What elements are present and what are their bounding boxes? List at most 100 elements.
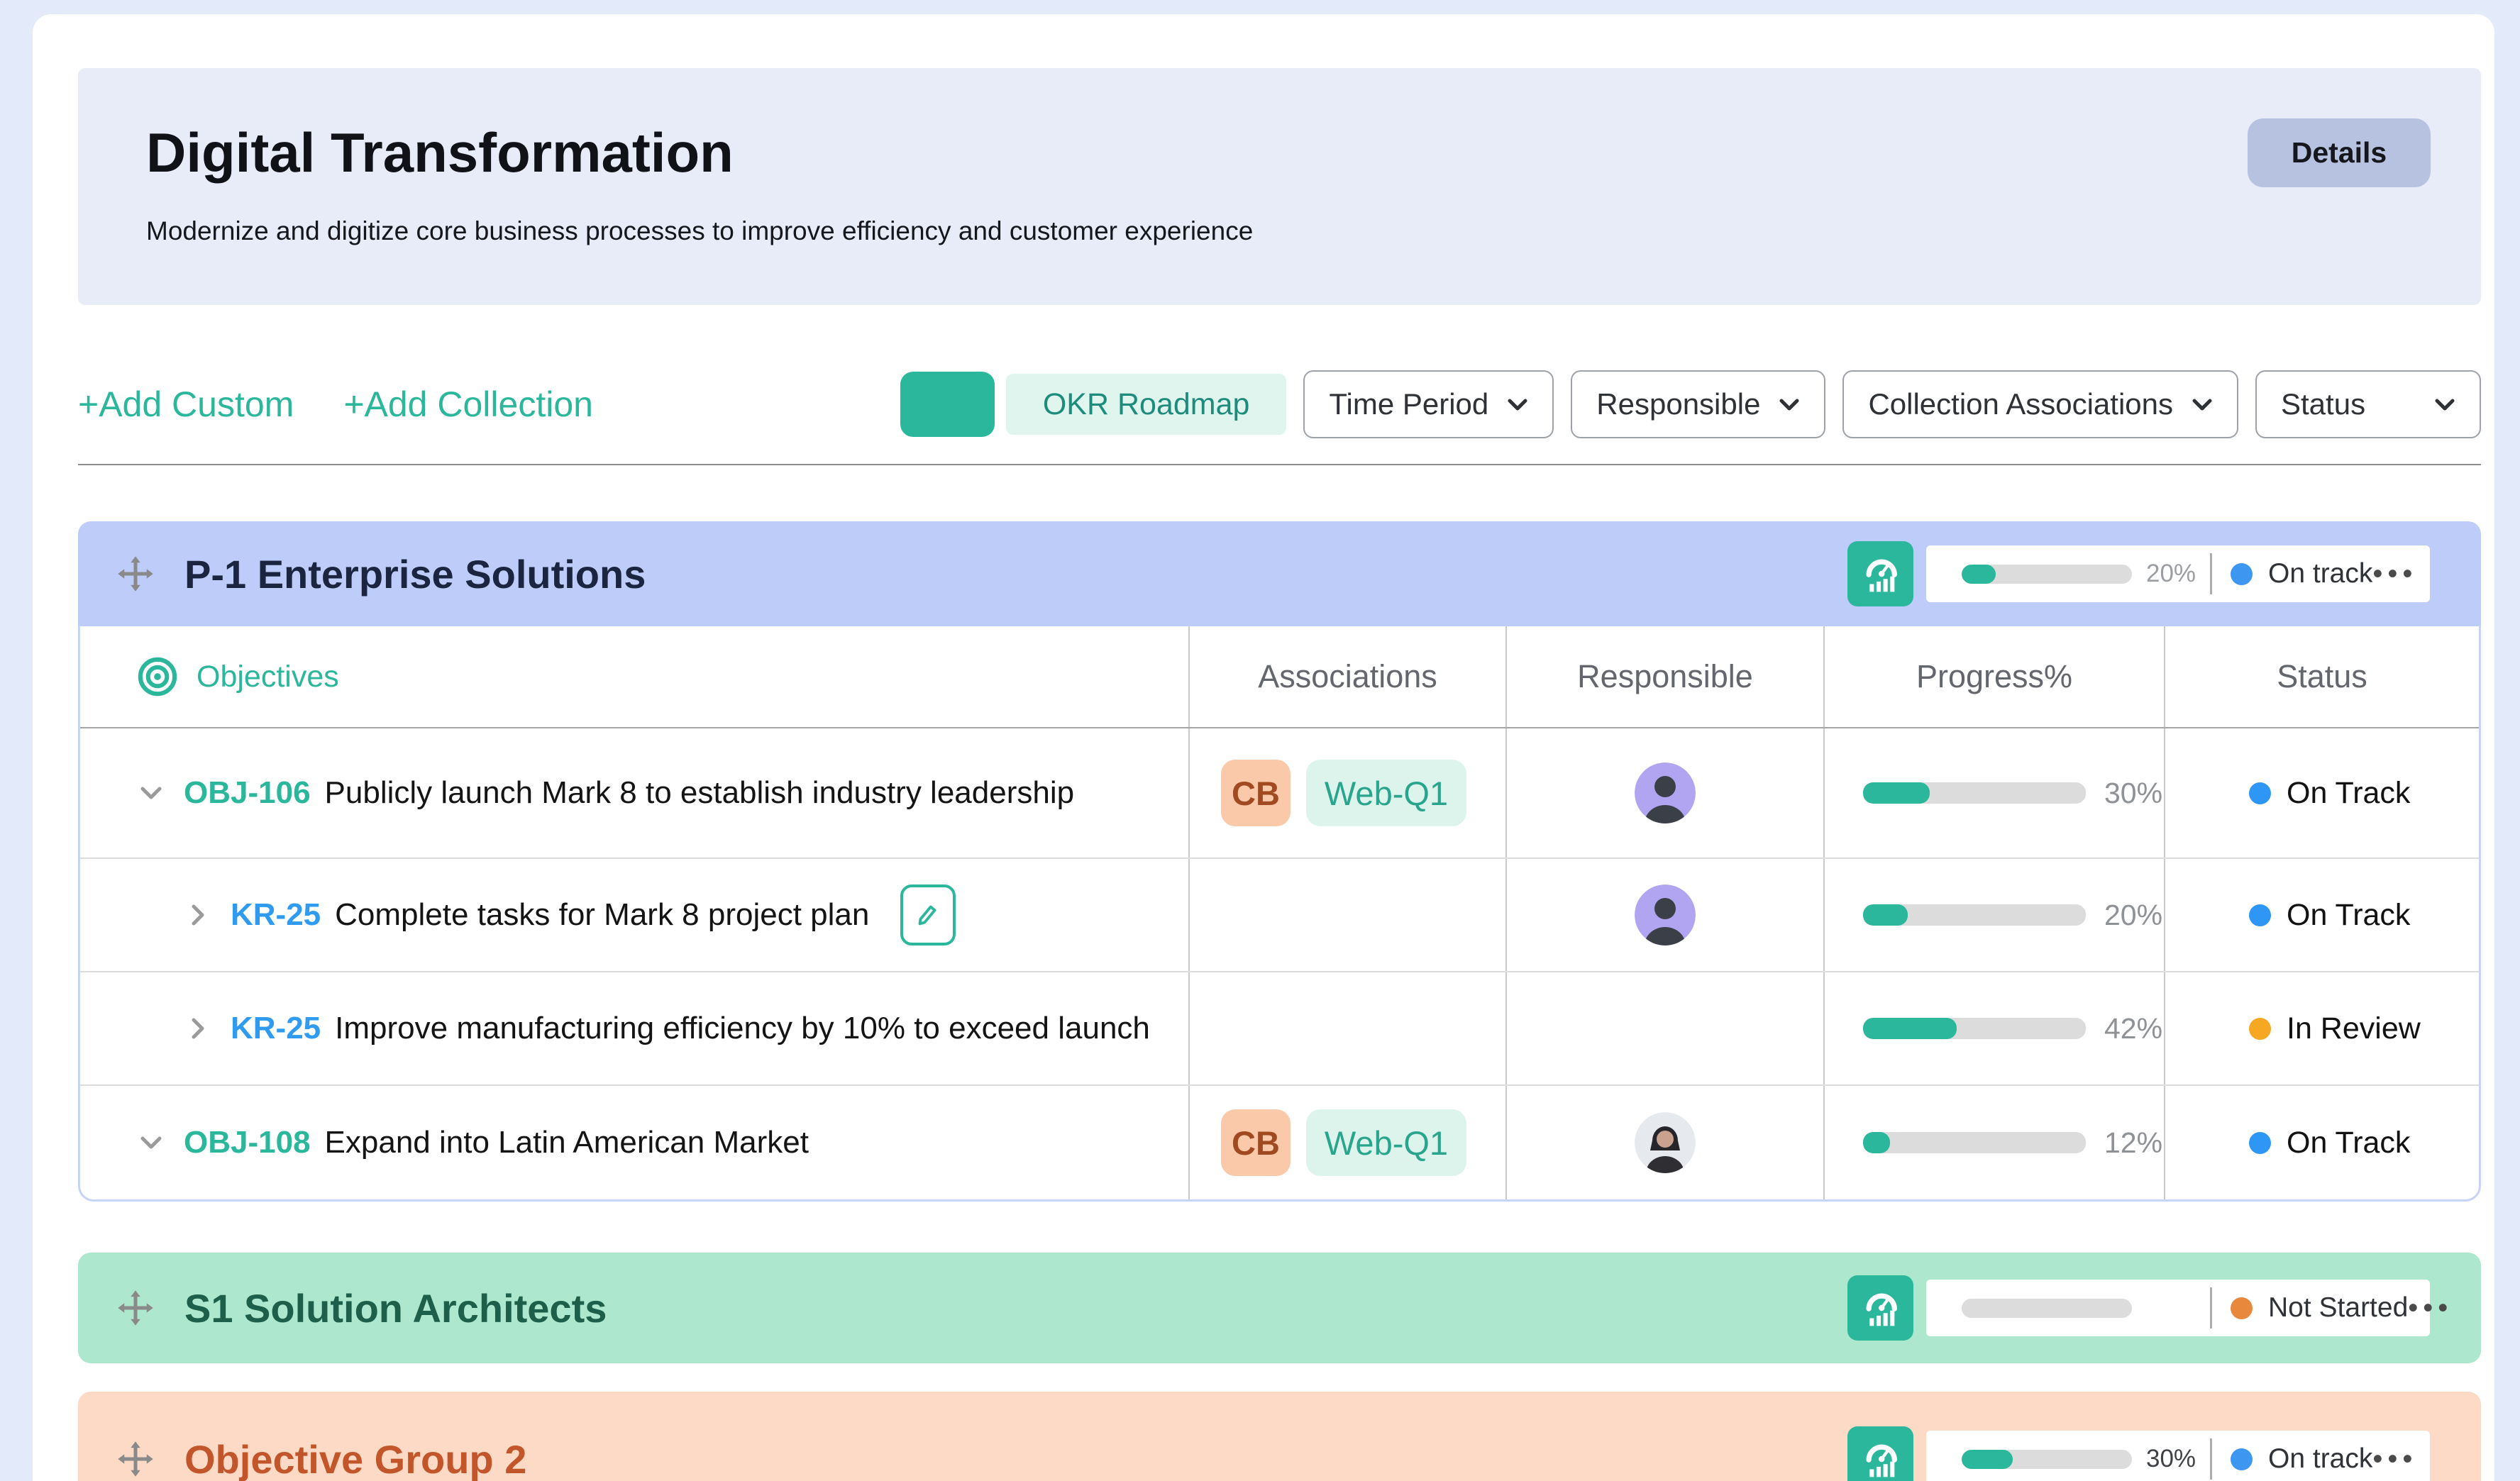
status-dot	[2249, 904, 2271, 926]
status-label: On Track	[2287, 776, 2410, 811]
chevron-down-icon	[2192, 396, 2213, 412]
avatar[interactable]	[1635, 884, 1696, 945]
drag-move-icon[interactable]	[116, 555, 155, 593]
objectives-header-label: Objectives	[197, 660, 339, 694]
progress-fill	[1863, 1132, 1890, 1153]
more-menu-icon[interactable]: •••	[2372, 1445, 2417, 1473]
status-dot	[2249, 782, 2271, 804]
progress-percent: 20%	[2104, 899, 2162, 932]
key-result-cell: KR-25 Improve manufacturing efficiency b…	[80, 972, 1188, 1085]
chevron-down-icon	[1779, 396, 1800, 412]
group-progress-pill: 30% On track •••	[1926, 1431, 2430, 1481]
progress-percent: 42%	[2104, 1012, 2162, 1045]
objective-cell: OBJ-108 Expand into Latin American Marke…	[80, 1086, 1188, 1199]
key-result-code[interactable]: KR-25	[231, 1011, 321, 1046]
group-header-og2[interactable]: Objective Group 2 30% On track •••	[78, 1392, 2481, 1481]
avatar[interactable]	[1635, 1112, 1696, 1173]
progress-track	[1962, 565, 2132, 584]
key-result-title: Complete tasks for Mark 8 project plan	[335, 897, 869, 933]
pill-divider	[2210, 553, 2212, 594]
progress-track	[1962, 1299, 2132, 1318]
add-custom-button[interactable]: +Add Custom	[78, 384, 294, 425]
associations-cell: CB Web-Q1	[1188, 1086, 1505, 1199]
filter-responsible[interactable]: Responsible	[1571, 370, 1825, 438]
association-badge-webq1[interactable]: Web-Q1	[1306, 760, 1466, 826]
progress-fill	[1863, 1018, 1957, 1039]
filter-time-period[interactable]: Time Period	[1303, 370, 1554, 438]
add-collection-button[interactable]: +Add Collection	[343, 384, 593, 425]
objective-title: Expand into Latin American Market	[325, 1125, 809, 1160]
progress-fill	[1863, 782, 1930, 804]
filter-collection-associations[interactable]: Collection Associations	[1842, 370, 2238, 438]
filter-status[interactable]: Status	[2255, 370, 2481, 438]
expand-chevron-icon[interactable]	[184, 901, 212, 929]
responsible-cell	[1505, 972, 1823, 1085]
group-progress-pill: Not Started •••	[1926, 1280, 2430, 1336]
collapse-chevron-icon[interactable]	[137, 779, 165, 807]
status-cell[interactable]: On Track	[2164, 859, 2479, 971]
pill-divider	[2210, 1438, 2212, 1480]
associations-cell: CB Web-Q1	[1188, 728, 1505, 858]
collapse-chevron-icon[interactable]	[137, 1128, 165, 1157]
progress-percent: 20%	[2146, 560, 2206, 588]
objectives-header: Objectives	[80, 626, 1188, 727]
progress-fill	[1962, 565, 1996, 584]
key-result-code[interactable]: KR-25	[231, 897, 321, 933]
status-dot	[2231, 563, 2253, 585]
status-cell[interactable]: On Track	[2164, 728, 2479, 858]
okr-roadmap-tab[interactable]: OKR Roadmap	[1006, 374, 1287, 435]
chevron-down-icon	[1507, 396, 1528, 412]
expand-chevron-icon[interactable]	[184, 1014, 212, 1043]
association-badge-webq1[interactable]: Web-Q1	[1306, 1109, 1466, 1176]
group-summary: 20% On track •••	[1847, 541, 2430, 606]
target-icon	[137, 656, 178, 697]
details-button[interactable]: Details	[2248, 118, 2431, 187]
objective-code[interactable]: OBJ-108	[184, 1125, 311, 1160]
more-menu-icon[interactable]: •••	[2372, 560, 2417, 588]
objective-code[interactable]: OBJ-106	[184, 775, 311, 811]
group-title: S1 Solution Architects	[184, 1285, 607, 1331]
filter-label: Responsible	[1596, 387, 1760, 421]
status-dot	[2231, 1448, 2253, 1470]
drag-move-icon[interactable]	[116, 1289, 155, 1327]
association-badge-cb[interactable]: CB	[1221, 1109, 1291, 1176]
group-progress-pill: 20% On track •••	[1926, 545, 2430, 602]
progress-fill	[1962, 1450, 2013, 1469]
edit-button[interactable]	[900, 884, 956, 945]
objective-cell: OBJ-106 Publicly launch Mark 8 to establ…	[80, 728, 1188, 858]
view-color-swatch-button[interactable]	[900, 372, 995, 437]
avatar[interactable]	[1635, 762, 1696, 823]
status-label[interactable]: On track	[2268, 558, 2372, 589]
gauge-icon[interactable]	[1847, 1275, 1913, 1341]
table-row: OBJ-108 Expand into Latin American Marke…	[80, 1086, 2479, 1199]
more-menu-icon[interactable]: •••	[2408, 1294, 2453, 1322]
status-cell[interactable]: In Review	[2164, 972, 2479, 1085]
status-label[interactable]: On track	[2268, 1443, 2372, 1475]
progress-track	[1863, 1132, 2086, 1153]
status-cell[interactable]: On Track	[2164, 1086, 2479, 1199]
responsible-header: Responsible	[1505, 626, 1823, 727]
association-badge-cb[interactable]: CB	[1221, 760, 1291, 826]
status-label[interactable]: Not Started	[2268, 1292, 2408, 1324]
project-header-panel: Digital Transformation Modernize and dig…	[78, 68, 2481, 305]
progress-cell: 20%	[1823, 859, 2164, 971]
group-header-s1[interactable]: S1 Solution Architects Not Started •••	[78, 1253, 2481, 1363]
progress-cell: 42%	[1823, 972, 2164, 1085]
status-label: On Track	[2287, 1126, 2410, 1160]
objective-title: Publicly launch Mark 8 to establish indu…	[325, 775, 1075, 811]
status-dot	[2231, 1297, 2253, 1319]
filter-label: Collection Associations	[1868, 387, 2173, 421]
progress-track	[1962, 1450, 2132, 1469]
gauge-icon[interactable]	[1847, 541, 1913, 606]
group-header-p1[interactable]: P-1 Enterprise Solutions 20% On track ••…	[78, 521, 2481, 626]
progress-percent: 30%	[2146, 1445, 2206, 1473]
pill-divider	[2210, 1287, 2212, 1329]
progress-fill	[1863, 904, 1908, 926]
status-label: On Track	[2287, 898, 2410, 933]
table-row: OBJ-106 Publicly launch Mark 8 to establ…	[80, 728, 2479, 859]
filter-label: Time Period	[1329, 387, 1488, 421]
associations-cell	[1188, 972, 1505, 1085]
drag-move-icon[interactable]	[116, 1440, 155, 1478]
responsible-cell	[1505, 859, 1823, 971]
gauge-icon[interactable]	[1847, 1426, 1913, 1481]
